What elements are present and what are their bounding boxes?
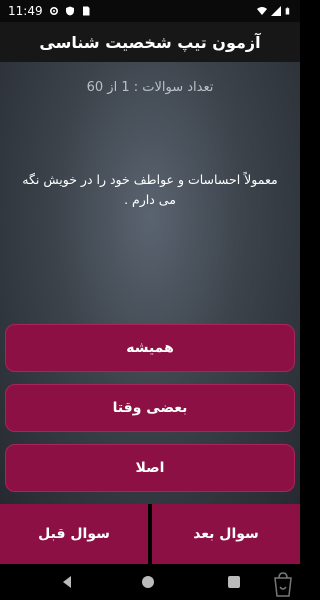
status-time: 11:49 [8,4,43,18]
answer-sometimes-button[interactable]: بعضی وقتا [5,384,295,432]
recent-apps-icon[interactable] [228,576,240,588]
status-right [257,6,292,16]
answer-label: بعضی وقتا [112,400,188,416]
next-label: سوال بعد [193,526,259,542]
app-store-logo-icon [274,572,292,597]
question-counter: تعداد سوالات : 1 از 60 [86,80,214,95]
shield-icon [65,6,74,16]
answer-always-button[interactable]: همیشه [5,324,295,372]
app-title: آزمون تیپ شخصیت شناسی [39,32,261,52]
battery-icon [285,7,290,15]
signal-icon [271,6,281,16]
previous-label: سوال قبل [38,526,110,542]
system-nav-bar [0,564,300,600]
answer-label: همیشه [126,340,174,356]
question-text: معمولاً احساسات و عواطف خود را در خویش ن… [22,172,278,207]
wifi-icon [257,7,267,15]
next-question-button[interactable]: سوال بعد [152,504,300,564]
answer-never-button[interactable]: اصلا [5,444,295,492]
quiz-panel: تعداد سوالات : 1 از 60 معمولاً احساسات و… [0,62,300,504]
answer-label: اصلا [135,460,165,476]
home-icon[interactable] [141,575,155,589]
sim-icon [82,6,90,16]
previous-question-button[interactable]: سوال قبل [0,504,148,564]
status-bar: 11:49 [0,0,300,22]
gear-icon [49,6,58,16]
app-bar: آزمون تیپ شخصیت شناسی [0,22,300,62]
status-left: 11:49 [8,4,91,18]
back-icon[interactable] [60,575,74,589]
